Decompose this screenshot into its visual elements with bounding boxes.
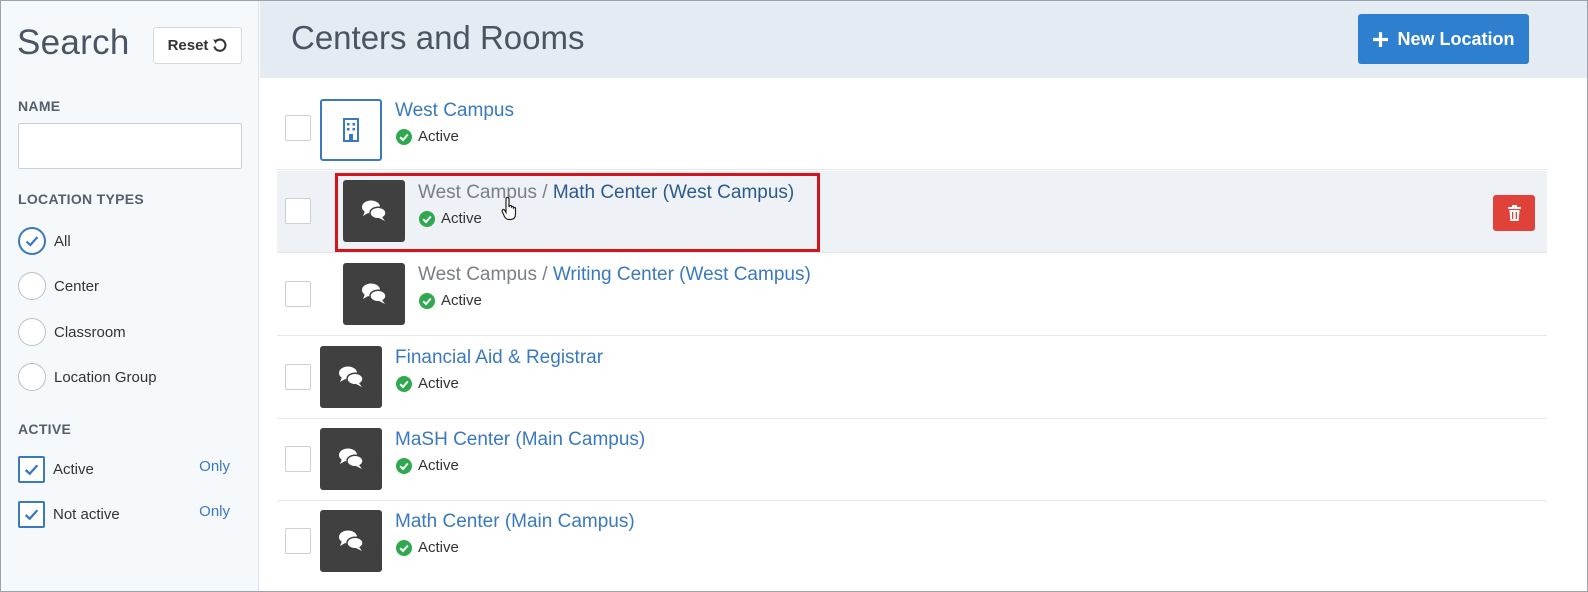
check-circle-icon — [396, 128, 412, 145]
trash-icon — [1507, 205, 1521, 221]
radio-circle[interactable] — [18, 227, 46, 255]
status-text: Active — [418, 539, 459, 556]
delete-button[interactable] — [1493, 195, 1535, 231]
checkbox-label: Not active — [53, 505, 120, 523]
new-location-button[interactable]: New Location — [1358, 14, 1529, 64]
filter-not-active: Not active Only — [18, 499, 244, 529]
status-indicator: Active — [396, 457, 459, 474]
status-text: Active — [418, 457, 459, 474]
row-checkbox[interactable] — [285, 446, 311, 472]
reset-icon — [213, 38, 227, 52]
radio-circle[interactable] — [18, 363, 46, 391]
location-row[interactable]: West Campus / Writing Center (West Campu… — [277, 254, 1547, 336]
checkmark-icon — [24, 463, 39, 475]
page-header: Centers and Rooms New Location — [260, 1, 1587, 78]
chat-bubbles-icon — [339, 530, 364, 551]
status-text: Active — [418, 375, 459, 392]
row-checkbox[interactable] — [285, 281, 311, 307]
row-checkbox[interactable] — [285, 115, 311, 141]
new-location-label: New Location — [1397, 28, 1515, 49]
chat-bubbles-icon — [339, 448, 364, 469]
filter-active: Active Only — [18, 454, 244, 484]
location-title: Math Center (Main Campus) — [395, 511, 635, 533]
location-thumbnail — [320, 346, 382, 408]
checkbox-label: Active — [53, 460, 94, 478]
location-name-link[interactable]: MaSH Center (Main Campus) — [395, 429, 645, 450]
radio-label: Center — [54, 277, 100, 295]
location-title: MaSH Center (Main Campus) — [395, 429, 645, 451]
parent-location: West Campus — [418, 182, 537, 203]
reset-label: Reset — [167, 37, 209, 54]
radio-all[interactable]: All — [18, 226, 71, 256]
location-thumbnail — [320, 99, 382, 161]
location-row[interactable]: Financial Aid & Registrar Active — [277, 337, 1547, 419]
chat-bubbles-icon — [339, 366, 364, 387]
row-checkbox[interactable] — [285, 198, 311, 224]
location-types-label: LOCATION TYPES — [18, 191, 145, 207]
radio-label: All — [54, 232, 71, 250]
check-circle-icon — [419, 292, 435, 309]
hand-cursor-icon — [501, 197, 517, 221]
building-icon — [343, 118, 359, 142]
radio-classroom[interactable]: Classroom — [18, 317, 126, 347]
reset-button[interactable]: Reset — [153, 27, 242, 64]
search-sidebar: Search Reset NAME LOCATION TYPES All Cen… — [1, 1, 259, 591]
location-thumbnail — [320, 510, 382, 572]
checkmark-icon — [24, 508, 39, 520]
location-title: West Campus / Writing Center (West Campu… — [418, 264, 811, 286]
checkmark-icon — [25, 236, 39, 247]
check-circle-icon — [396, 375, 412, 392]
path-separator: / — [542, 182, 548, 203]
location-title: Financial Aid & Registrar — [395, 347, 603, 369]
plus-icon — [1373, 31, 1389, 47]
location-thumbnail — [343, 180, 405, 242]
location-row[interactable]: MaSH Center (Main Campus) Active — [277, 419, 1547, 501]
chat-bubbles-icon — [362, 200, 387, 221]
status-indicator: Active — [396, 539, 459, 556]
location-thumbnail — [343, 263, 405, 325]
check-circle-icon — [396, 457, 412, 474]
active-only-link[interactable]: Only — [199, 458, 230, 475]
status-indicator: Active — [396, 128, 459, 145]
location-name-link[interactable]: Writing Center (West Campus) — [553, 264, 811, 285]
not-active-only-link[interactable]: Only — [199, 503, 230, 520]
check-circle-icon — [396, 539, 412, 556]
location-row[interactable]: West Campus Active — [277, 88, 1547, 170]
chat-bubbles-icon — [362, 283, 387, 304]
location-row[interactable]: West Campus / Math Center (West Campus) … — [277, 171, 1547, 253]
parent-location: West Campus — [418, 264, 537, 285]
name-label: NAME — [18, 98, 61, 114]
status-text: Active — [441, 210, 482, 227]
row-checkbox[interactable] — [285, 364, 311, 390]
location-name-link[interactable]: Math Center (Main Campus) — [395, 511, 635, 532]
radio-center[interactable]: Center — [18, 271, 99, 301]
status-text: Active — [441, 292, 482, 309]
location-row[interactable]: Math Center (Main Campus) Active — [277, 501, 1547, 583]
status-indicator: Active — [419, 292, 482, 309]
path-separator: / — [542, 264, 548, 285]
location-name-link[interactable]: Financial Aid & Registrar — [395, 347, 603, 368]
page-title: Centers and Rooms — [291, 19, 585, 56]
not-active-checkbox[interactable] — [18, 500, 45, 528]
status-indicator: Active — [419, 210, 482, 227]
check-circle-icon — [419, 210, 435, 227]
location-name-link[interactable]: West Campus — [395, 100, 514, 121]
radio-label: Location Group — [54, 368, 157, 386]
active-checkbox[interactable] — [18, 455, 45, 483]
active-label: ACTIVE — [18, 421, 72, 437]
location-thumbnail — [320, 428, 382, 490]
radio-circle[interactable] — [18, 318, 46, 346]
status-indicator: Active — [396, 375, 459, 392]
name-search-input[interactable] — [18, 123, 242, 169]
radio-label: Classroom — [54, 323, 126, 341]
search-title: Search — [17, 23, 130, 62]
location-title: West Campus — [395, 100, 514, 122]
status-text: Active — [418, 128, 459, 145]
location-name-link[interactable]: Math Center (West Campus) — [553, 182, 794, 203]
radio-location-group[interactable]: Location Group — [18, 362, 157, 392]
radio-circle[interactable] — [18, 272, 46, 300]
location-title: West Campus / Math Center (West Campus) — [418, 182, 794, 204]
row-checkbox[interactable] — [285, 528, 311, 554]
